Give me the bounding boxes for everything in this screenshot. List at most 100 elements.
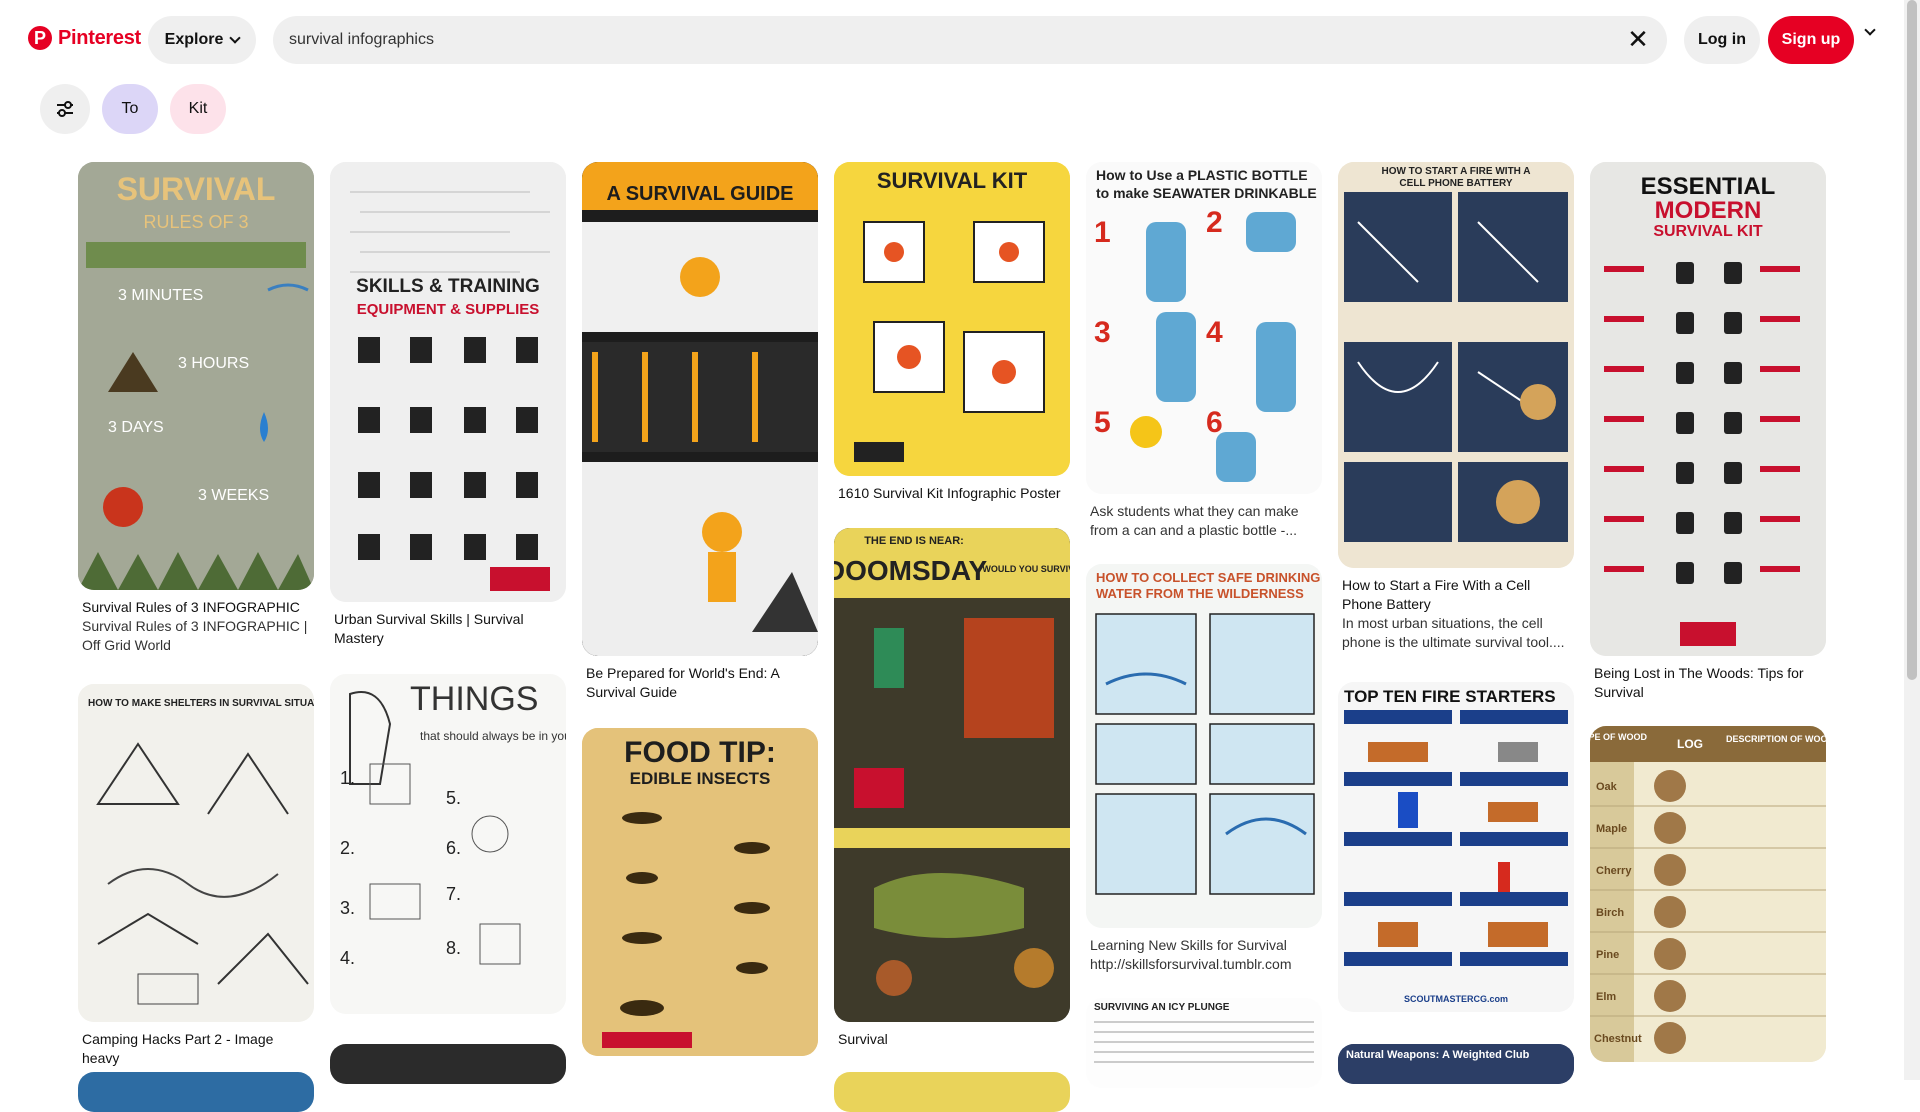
login-button[interactable]: Log in	[1684, 16, 1760, 64]
pin-title: Being Lost in The Woods: Tips for Surviv…	[1594, 665, 1804, 700]
pin-image[interactable]: SURVIVING AN ICY PLUNGE	[1086, 998, 1322, 1088]
pin-overlay-text: CELL PHONE BATTERY	[1399, 178, 1512, 189]
pin-card[interactable]	[78, 1072, 314, 1112]
pin-image[interactable]: HOW TO COLLECT SAFE DRINKING WATER FROM …	[1086, 564, 1322, 928]
pin-overlay-text: ESSENTIAL	[1641, 173, 1776, 200]
pin-title: How to Start a Fire With a Cell Phone Ba…	[1342, 577, 1531, 612]
svg-text:Pine: Pine	[1596, 949, 1619, 961]
pin-overlay-text: that should always be in your bag	[420, 729, 566, 743]
pin-card[interactable]	[834, 1072, 1070, 1112]
pin-image[interactable]: THE END IS NEAR: DOOMSDAY WOULD YOU SURV…	[834, 528, 1070, 1022]
scrollbar-thumb[interactable]	[1907, 0, 1917, 680]
svg-text:Chestnut: Chestnut	[1594, 1033, 1642, 1045]
pin-image[interactable]: HOW TO MAKE SHELTERS IN SURVIVAL SITUATI…	[78, 684, 314, 1022]
svg-text:4.: 4.	[340, 948, 355, 968]
pin-card[interactable]: SURVIVAL RULES OF 3 3 MINUTES 3 HOURS 3 …	[78, 162, 314, 655]
clear-search-icon[interactable]: ✕	[1625, 26, 1651, 53]
pin-image[interactable]	[834, 1072, 1070, 1112]
pin-image[interactable]: A SURVIVAL GUIDE	[582, 162, 818, 656]
pin-overlay-text: DESCRIPTION OF WOOD	[1726, 734, 1826, 744]
svg-text:Cherry: Cherry	[1596, 865, 1632, 877]
pin-overlay-text: SURVIVAL KIT	[1653, 223, 1763, 240]
pin-overlay-text: WATER FROM THE WILDERNESS	[1096, 586, 1304, 601]
pin-overlay-text: EDIBLE INSECTS	[630, 769, 771, 788]
filter-button[interactable]	[40, 84, 90, 134]
page-scrollbar[interactable]	[1904, 0, 1920, 1080]
pin-card[interactable]: Natural Weapons: A Weighted Club	[1338, 1044, 1574, 1084]
pinterest-logo[interactable]: P Pinterest	[28, 26, 141, 50]
pin-overlay-text: WOULD YOU SURVIVE?	[982, 564, 1070, 574]
pin-overlay-text: RULES OF 3	[143, 212, 248, 232]
pin-card[interactable]: ESSENTIAL MODERN SURVIVAL KIT Being Lost…	[1590, 162, 1826, 702]
search-bar[interactable]: ✕	[273, 16, 1667, 64]
pin-image[interactable]: TYPE OF WOOD LOG DESCRIPTION OF WOOD Oak…	[1590, 726, 1826, 1062]
chevron-down-icon	[229, 32, 242, 44]
filter-chip-kit[interactable]: Kit	[170, 84, 226, 134]
pin-title: Be Prepared for World's End: A Survival …	[586, 665, 780, 700]
pin-title: Survival Rules of 3 INFOGRAPHIC	[82, 599, 300, 615]
pin-overlay-text: MODERN	[1655, 197, 1762, 224]
pin-card[interactable]: SURVIVING AN ICY PLUNGE	[1086, 998, 1322, 1088]
top-nav: P Pinterest Explore ✕ Log in Sign up	[0, 0, 1920, 80]
search-input[interactable]	[289, 16, 1589, 64]
pin-image[interactable]: SURVIVAL KIT	[834, 162, 1070, 476]
pin-card[interactable]: How to Use a PLASTIC BOTTLE to make SEAW…	[1086, 162, 1322, 540]
pin-image[interactable]	[330, 1044, 566, 1084]
svg-text:3.: 3.	[340, 898, 355, 918]
pin-image[interactable]: FOOD TIP: EDIBLE INSECTS	[582, 728, 818, 1056]
pin-image[interactable]: How to Use a PLASTIC BOTTLE to make SEAW…	[1086, 162, 1322, 494]
pin-overlay-text: FOOD TIP:	[624, 736, 776, 769]
pin-image[interactable]: THINGS that should always be in your bag…	[330, 674, 566, 1014]
svg-text:5: 5	[1094, 406, 1111, 439]
pin-overlay-text: SURVIVAL	[117, 171, 276, 207]
chip-label: To	[121, 100, 139, 117]
pin-card[interactable]: HOW TO START A FIRE WITH A CELL PHONE BA…	[1338, 162, 1574, 652]
pin-image[interactable]: ESSENTIAL MODERN SURVIVAL KIT	[1590, 162, 1826, 656]
pin-card[interactable]: SKILLS & TRAINING EQUIPMENT & SUPPLIES U…	[330, 162, 566, 648]
pin-overlay-text: HOW TO MAKE SHELTERS IN SURVIVAL SITUATI…	[88, 698, 314, 709]
svg-text:Birch: Birch	[1596, 907, 1624, 919]
login-label: Log in	[1698, 31, 1746, 48]
pin-overlay-text: A SURVIVAL GUIDE	[606, 183, 793, 205]
explore-button[interactable]: Explore	[148, 16, 256, 64]
logo-text: Pinterest	[58, 26, 141, 49]
pin-card[interactable]	[330, 1044, 566, 1084]
pin-card[interactable]: TYPE OF WOOD LOG DESCRIPTION OF WOOD Oak…	[1590, 726, 1826, 1062]
pin-card[interactable]: THINGS that should always be in your bag…	[330, 674, 566, 1014]
pin-overlay-text: TOP TEN FIRE STARTERS	[1344, 687, 1556, 706]
pin-card[interactable]: HOW TO COLLECT SAFE DRINKING WATER FROM …	[1086, 564, 1322, 974]
pin-card[interactable]: SURVIVAL KIT 1610 Survival Kit Infograph…	[834, 162, 1070, 503]
pin-title: Survival	[838, 1031, 888, 1047]
pin-title: Urban Survival Skills | Survival Mastery	[334, 611, 524, 646]
pin-image[interactable]	[78, 1072, 314, 1112]
pin-overlay-text: LOG	[1677, 737, 1703, 751]
pin-overlay-text: HOW TO COLLECT SAFE DRINKING	[1096, 570, 1320, 585]
pin-card[interactable]: A SURVIVAL GUIDE Be Prepared for World's…	[582, 162, 818, 702]
pin-description: In most urban situations, the cell phone…	[1342, 615, 1565, 650]
pin-description: Learning New Skills for Survival http://…	[1090, 937, 1292, 972]
pin-card[interactable]: THE END IS NEAR: DOOMSDAY WOULD YOU SURV…	[834, 528, 1070, 1049]
svg-text:5.: 5.	[446, 788, 461, 808]
pin-image[interactable]: HOW TO START A FIRE WITH A CELL PHONE BA…	[1338, 162, 1574, 568]
svg-text:1: 1	[1094, 216, 1111, 249]
pin-image[interactable]: TOP TEN FIRE STARTERS SCOUTMASTERCG.com	[1338, 682, 1574, 1012]
svg-text:SCOUTMASTERCG.com: SCOUTMASTERCG.com	[1404, 994, 1508, 1004]
filter-sliders-icon	[57, 101, 73, 117]
more-options-chevron-icon[interactable]	[1864, 24, 1876, 36]
chip-label: Kit	[188, 100, 208, 117]
pin-card[interactable]: TOP TEN FIRE STARTERS SCOUTMASTERCG.com	[1338, 682, 1574, 1012]
pin-image[interactable]: SURVIVAL RULES OF 3 3 MINUTES 3 HOURS 3 …	[78, 162, 314, 590]
pin-image[interactable]: SKILLS & TRAINING EQUIPMENT & SUPPLIES	[330, 162, 566, 602]
signup-label: Sign up	[1781, 31, 1841, 48]
svg-text:8.: 8.	[446, 938, 461, 958]
svg-text:3 DAYS: 3 DAYS	[108, 419, 164, 436]
pin-card[interactable]: FOOD TIP: EDIBLE INSECTS	[582, 728, 818, 1056]
pin-image[interactable]: Natural Weapons: A Weighted Club	[1338, 1044, 1574, 1084]
pin-overlay-text: SURVIVING AN ICY PLUNGE	[1094, 1002, 1230, 1013]
signup-button[interactable]: Sign up	[1768, 16, 1854, 64]
pin-overlay-text: EQUIPMENT & SUPPLIES	[357, 301, 540, 318]
pin-title: Camping Hacks Part 2 - Image heavy	[82, 1031, 274, 1066]
filter-chip-to[interactable]: To	[102, 84, 158, 134]
pin-card[interactable]: HOW TO MAKE SHELTERS IN SURVIVAL SITUATI…	[78, 684, 314, 1068]
pin-overlay-text: How to Use a PLASTIC BOTTLE	[1096, 167, 1308, 183]
